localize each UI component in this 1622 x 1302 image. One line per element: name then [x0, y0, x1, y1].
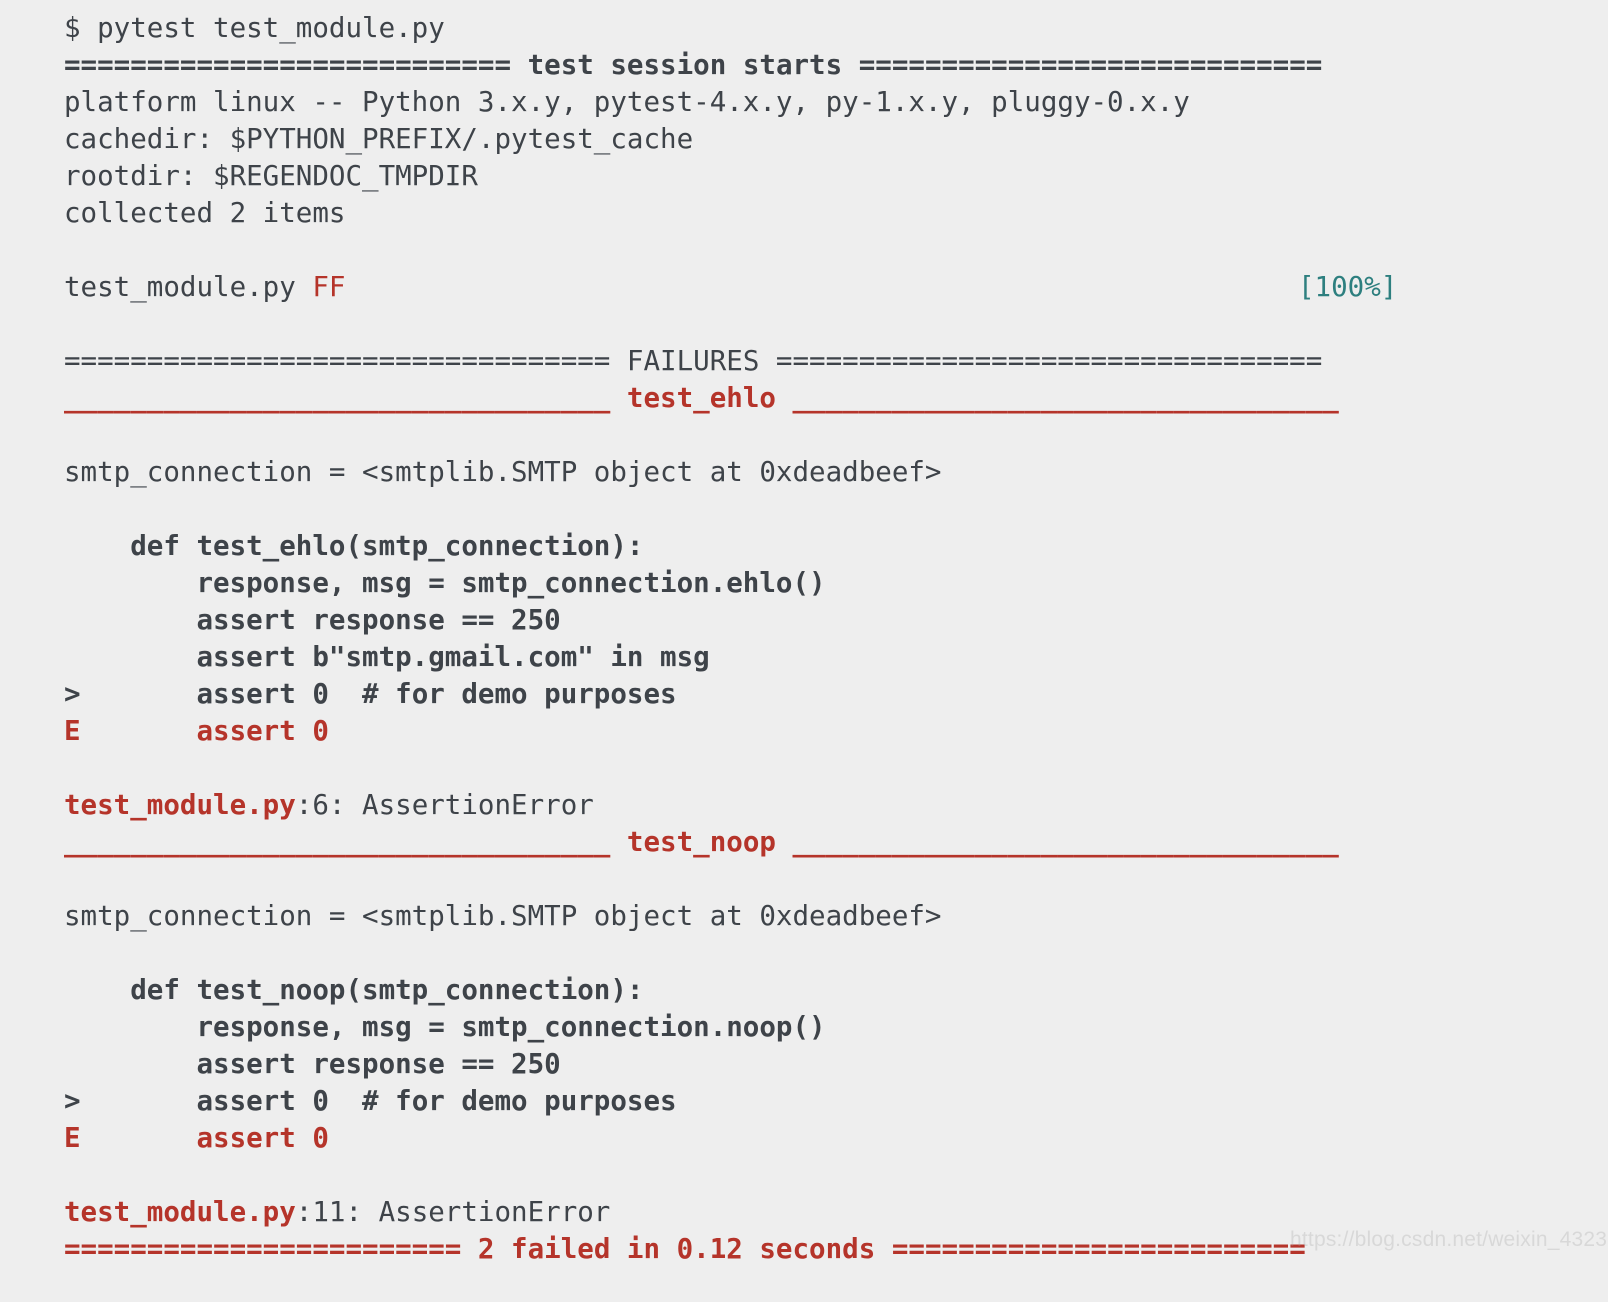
session-header-title: test session starts — [527, 49, 843, 81]
ehlo-source-line: response, msg = smtp_connection.ehlo() — [0, 565, 1608, 602]
ehlo-failure-location-line: test_module.py:6: AssertionError — [0, 787, 1608, 824]
session-rule-left: =========================== — [64, 49, 528, 81]
noop-response-text: response, msg = smtp_connection.noop() — [64, 1011, 826, 1043]
noop-def-text: def test_noop(smtp_connection): — [64, 974, 644, 1006]
cachedir-line: cachedir: $PYTHON_PREFIX/.pytest_cache — [0, 121, 1608, 158]
error-line-marker: E — [64, 715, 81, 747]
ehlo-assert-demo-text: assert 0 # for demo purposes — [80, 678, 677, 710]
error-line-marker: E — [64, 1122, 81, 1154]
rootdir-line: rootdir: $REGENDOC_TMPDIR — [0, 158, 1608, 195]
ehlo-assert-gmail-text: assert b"smtp.gmail.com" in msg — [64, 641, 710, 673]
ehlo-location-file: test_module.py — [64, 789, 296, 821]
summary-rule-left: ======================== — [64, 1233, 478, 1265]
failures-header-title: FAILURES — [626, 345, 760, 377]
failures-section-header: ================================= FAILUR… — [0, 343, 1608, 380]
noop-source-line: response, msg = smtp_connection.noop() — [0, 1009, 1608, 1046]
noop-error-line: E assert 0 — [0, 1120, 1608, 1157]
shell-command-line: $ pytest test_module.py — [0, 10, 1608, 47]
ehlo-location-detail: :6: AssertionError — [295, 789, 594, 821]
noop-location-file: test_module.py — [64, 1196, 296, 1228]
ehlo-def-text: def test_ehlo(smtp_connection): — [64, 530, 644, 562]
progress-percent-badge: [100%] — [1298, 271, 1398, 303]
summary-line: ======================== 2 failed in 0.1… — [0, 1231, 1608, 1268]
test-noop-title: test_noop — [626, 826, 776, 858]
noop-assert-response-text: assert response == 250 — [64, 1048, 561, 1080]
noop-failure-location-line: test_module.py:11: AssertionError — [0, 1194, 1608, 1231]
progress-result-chars: FF — [312, 271, 346, 303]
test-ehlo-title: test_ehlo — [626, 382, 776, 414]
test-ehlo-rule-right: _________________________________ — [775, 382, 1339, 414]
noop-failing-source-line: > assert 0 # for demo purposes — [0, 1083, 1608, 1120]
ehlo-source-line: assert response == 250 — [0, 602, 1608, 639]
test-progress-line: test_module.py FF [100%] — [0, 269, 1608, 306]
terminal-output-panel: $ pytest test_module.py ================… — [0, 0, 1608, 1302]
ehlo-fixture-repr-line: smtp_connection = <smtplib.SMTP object a… — [0, 454, 1608, 491]
ehlo-response-text: response, msg = smtp_connection.ehlo() — [64, 567, 826, 599]
summary-rule-right: ========================= — [875, 1233, 1306, 1265]
noop-fixture-repr-text: smtp_connection = <smtplib.SMTP object a… — [64, 900, 942, 932]
failures-rule-right: ================================= — [759, 345, 1323, 377]
ehlo-failing-source-line: > assert 0 # for demo purposes — [0, 676, 1608, 713]
test-noop-rule-left: _________________________________ — [64, 826, 627, 858]
summary-title: 2 failed in 0.12 seconds — [477, 1233, 876, 1265]
ehlo-assert-response-text: assert response == 250 — [64, 604, 561, 636]
ehlo-error-line: E assert 0 — [0, 713, 1608, 750]
noop-fixture-repr-line: smtp_connection = <smtplib.SMTP object a… — [0, 898, 1608, 935]
test-ehlo-header: _________________________________ test_e… — [0, 380, 1608, 417]
noop-source-line: assert response == 250 — [0, 1046, 1608, 1083]
session-rule-right: ============================ — [842, 49, 1323, 81]
collected-items-line: collected 2 items — [0, 195, 1608, 232]
noop-source-line: def test_noop(smtp_connection): — [0, 972, 1608, 1009]
noop-assert-demo-text: assert 0 # for demo purposes — [80, 1085, 677, 1117]
ehlo-fixture-repr-text: smtp_connection = <smtplib.SMTP object a… — [64, 456, 942, 488]
test-ehlo-rule-left: _________________________________ — [64, 382, 627, 414]
ehlo-source-line: def test_ehlo(smtp_connection): — [0, 528, 1608, 565]
failures-rule-left: ================================= — [64, 345, 627, 377]
ehlo-error-assert-text: assert 0 — [80, 715, 329, 747]
platform-info-line: platform linux -- Python 3.x.y, pytest-4… — [0, 84, 1608, 121]
platform-info-text: platform linux -- Python 3.x.y, pytest-4… — [64, 86, 1190, 118]
noop-error-assert-text: assert 0 — [80, 1122, 329, 1154]
failing-line-marker: > — [64, 678, 81, 710]
noop-location-detail: :11: AssertionError — [295, 1196, 611, 1228]
collected-items-text: collected 2 items — [64, 197, 346, 229]
rootdir-text: rootdir: $REGENDOC_TMPDIR — [64, 160, 478, 192]
ehlo-source-line: assert b"smtp.gmail.com" in msg — [0, 639, 1608, 676]
progress-file-name: test_module.py — [64, 271, 313, 303]
cachedir-text: cachedir: $PYTHON_PREFIX/.pytest_cache — [64, 123, 694, 155]
session-start-header: =========================== test session… — [0, 47, 1608, 84]
failing-line-marker: > — [64, 1085, 81, 1117]
test-noop-rule-right: _________________________________ — [775, 826, 1339, 858]
shell-command-text: $ pytest test_module.py — [64, 12, 445, 44]
test-noop-header: _________________________________ test_n… — [0, 824, 1608, 861]
